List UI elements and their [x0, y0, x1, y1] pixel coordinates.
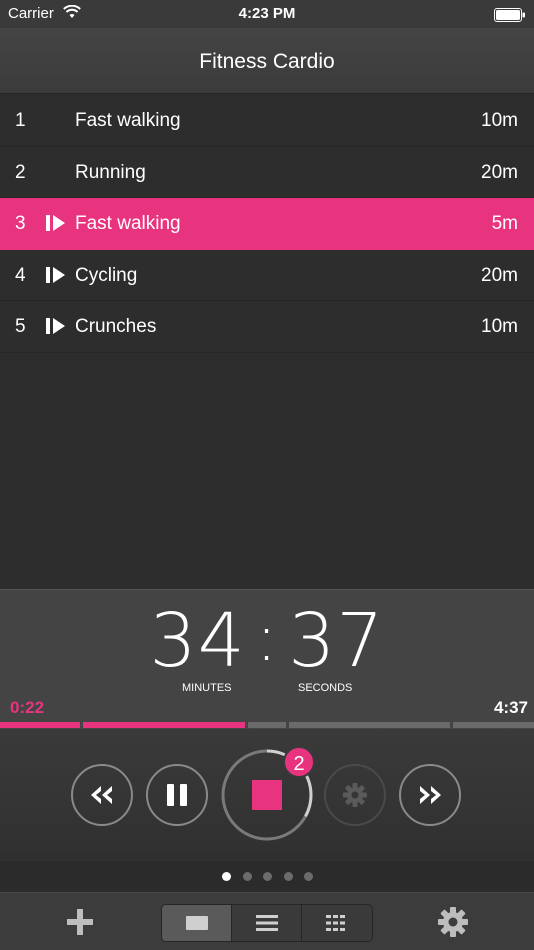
- settings-button[interactable]: [437, 906, 469, 938]
- page-dot[interactable]: [222, 872, 231, 881]
- workout-duration: 10m: [481, 110, 518, 131]
- progress-segment: [248, 722, 286, 728]
- step-play-icon: [46, 318, 66, 340]
- workout-duration: 20m: [481, 264, 518, 286]
- view-mode-list[interactable]: [232, 905, 302, 941]
- stop-icon: [252, 780, 282, 810]
- list-view-icon: [256, 915, 278, 931]
- workout-number: 5: [15, 316, 26, 337]
- workout-row-3[interactable]: 3 Fast walking 5m: [0, 198, 534, 250]
- tab-bar: [0, 892, 534, 950]
- timer-colon: :: [255, 602, 279, 676]
- progress-segment: [83, 722, 245, 728]
- workout-duration: 20m: [481, 161, 518, 183]
- workout-name: Fast walking: [75, 213, 181, 234]
- plus-icon: [67, 909, 93, 935]
- timer-seconds: 37: [288, 598, 385, 684]
- status-time: 4:23 PM: [238, 5, 296, 22]
- settings-icon: [438, 907, 468, 937]
- add-button[interactable]: [64, 906, 96, 938]
- rewind-icon: [91, 786, 112, 804]
- progress-fill: [0, 722, 80, 728]
- rewind-button[interactable]: [71, 764, 133, 826]
- page-title: Fitness Cardio: [199, 50, 335, 73]
- nav-bar: Fitness Cardio: [0, 28, 534, 94]
- fast-forward-icon: [420, 786, 441, 804]
- fast-forward-button[interactable]: [399, 764, 461, 826]
- progress-segment: [453, 722, 534, 728]
- workout-row-1[interactable]: 1 Fast walking 10m: [0, 95, 534, 147]
- playback-controls: [0, 729, 534, 861]
- workout-list: 1 Fast walking 10m 2 Running 20m 3 Fast …: [0, 95, 534, 353]
- page-dot[interactable]: [284, 872, 293, 881]
- workout-number: 1: [15, 110, 26, 131]
- workout-duration: 10m: [481, 316, 518, 337]
- timer-display: 34:37: [0, 598, 534, 684]
- gear-icon: [343, 783, 367, 807]
- workout-row-5[interactable]: 5 Crunches 10m: [0, 301, 534, 353]
- remaining-time: 4:37: [493, 698, 528, 717]
- step-play-icon: [46, 215, 66, 237]
- status-bar: Carrier 4:23 PM: [0, 0, 534, 28]
- workout-row-2[interactable]: 2 Running 20m: [0, 146, 534, 198]
- battery-icon: [494, 8, 526, 26]
- seconds-label: SECONDS: [298, 682, 353, 694]
- grid-view-icon: [326, 915, 345, 931]
- workout-name: Fast walking: [75, 110, 181, 131]
- workout-row-4[interactable]: 4 Cycling 20m: [0, 249, 534, 301]
- minutes-label: MINUTES: [182, 682, 232, 694]
- progress-segment: [289, 722, 450, 728]
- progress-segment: [0, 722, 80, 728]
- pause-icon: [167, 784, 187, 806]
- step-play-icon: [46, 266, 66, 289]
- timer-minutes: 34: [149, 598, 246, 684]
- workout-number: 3: [15, 213, 26, 234]
- round-count-badge: 2: [283, 746, 315, 778]
- pause-button[interactable]: [146, 764, 208, 826]
- gear-button[interactable]: [324, 764, 386, 826]
- elapsed-time: 0:22: [10, 698, 45, 717]
- workout-progress-bar: [0, 722, 534, 728]
- view-mode-switcher: [161, 904, 373, 942]
- progress-fill: [83, 722, 245, 728]
- view-mode-grid[interactable]: [302, 905, 372, 941]
- single-view-icon: [186, 916, 208, 930]
- page-dot[interactable]: [243, 872, 252, 881]
- page-dot[interactable]: [304, 872, 313, 881]
- view-mode-single[interactable]: [162, 905, 232, 941]
- workout-duration: 5m: [491, 213, 518, 234]
- workout-name: Crunches: [75, 316, 157, 337]
- workout-number: 2: [15, 161, 26, 183]
- timer-panel: 34:37 MINUTES SECONDS 0:22 4:37: [0, 589, 534, 731]
- workout-name: Running: [75, 161, 146, 183]
- page-indicator[interactable]: [0, 861, 534, 892]
- page-dot[interactable]: [263, 872, 272, 881]
- workout-number: 4: [15, 264, 26, 286]
- workout-name: Cycling: [75, 264, 138, 286]
